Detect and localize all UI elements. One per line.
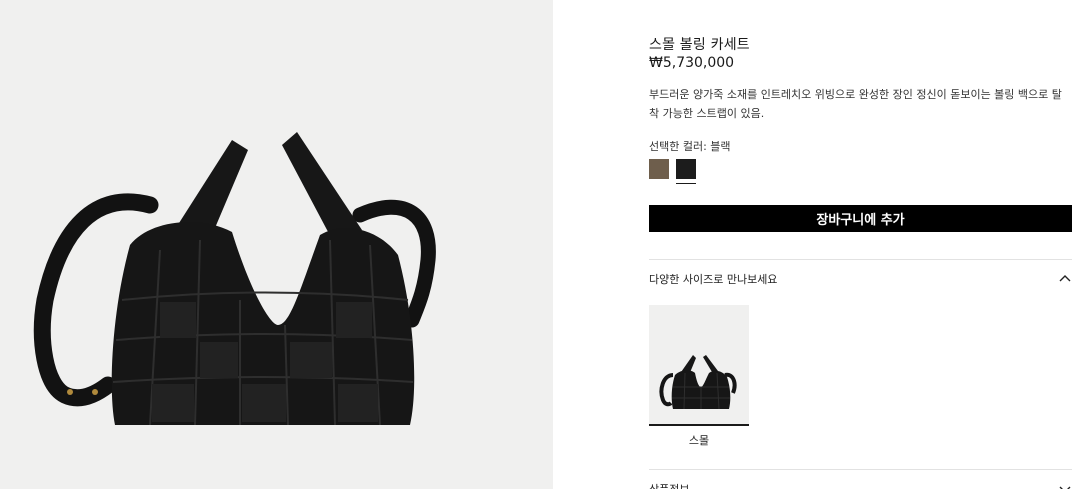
- sizes-accordion-label: 다양한 사이즈로 만나보세요: [649, 273, 778, 286]
- divider: [649, 259, 1072, 260]
- sizes-accordion-header[interactable]: 다양한 사이즈로 만나보세요: [649, 261, 1072, 297]
- add-to-cart-button[interactable]: 장바구니에 추가: [649, 205, 1072, 232]
- size-option-label: 스몰: [688, 434, 710, 447]
- bag-illustration: [33, 132, 436, 426]
- divider: [649, 469, 1072, 470]
- size-thumbnail-image: [659, 355, 737, 410]
- chevron-up-icon: [1059, 275, 1071, 282]
- chevron-down-icon: [1059, 486, 1071, 489]
- product-details: 스몰 볼링 카세트 ₩5,730,000 부드러운 양가죽 소재를 인트레치오 …: [553, 0, 1080, 489]
- product-description: 부드러운 양가죽 소재를 인트레치오 위빙으로 완성한 장인 정신이 돋보이는 …: [649, 88, 1062, 120]
- selected-swatch-indicator: [676, 183, 696, 184]
- selected-size-indicator: [649, 424, 749, 426]
- color-swatch-brown[interactable]: [649, 159, 669, 179]
- selected-color-label: 선택한 컬러: 블랙: [649, 140, 731, 153]
- product-price: ₩5,730,000: [649, 55, 735, 71]
- product-title: 스몰 볼링 카세트: [649, 37, 750, 53]
- product-image[interactable]: [0, 0, 553, 489]
- info-accordion-header[interactable]: 상품정보: [649, 471, 1072, 489]
- color-swatch-black[interactable]: [676, 159, 696, 179]
- info-accordion-label: 상품정보: [649, 481, 689, 489]
- size-option-small[interactable]: [649, 305, 749, 425]
